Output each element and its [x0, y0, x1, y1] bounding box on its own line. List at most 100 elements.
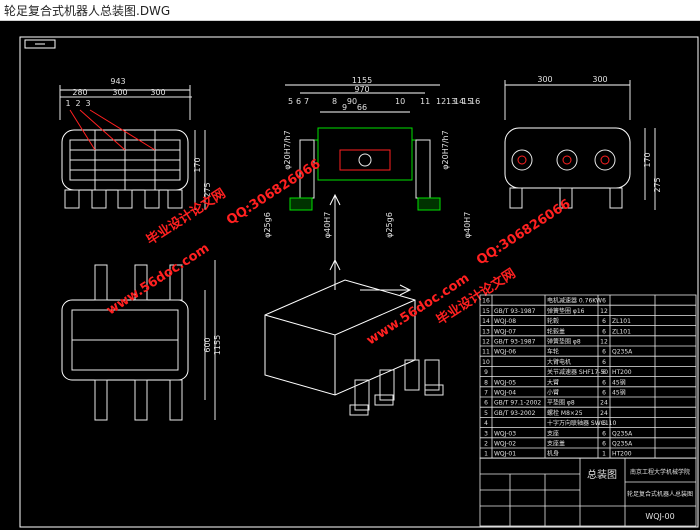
dim-300-a: 300: [112, 88, 127, 97]
dim-275-b: 275: [653, 177, 662, 192]
bom-cell-qty: 24: [600, 410, 608, 417]
bom-cell-qty: 12: [600, 339, 608, 346]
bom-cell-code: WQJ-02: [494, 441, 516, 448]
dim-phi25-a: φ25g6: [263, 212, 272, 238]
bom-cell-mat: Q235A: [612, 441, 633, 448]
bom-cell-name: 支座盖: [547, 440, 565, 448]
bom-cell-name: 车轮: [547, 348, 559, 356]
bom-cell-mat: HT200: [612, 369, 632, 376]
dim-280: 280: [72, 88, 87, 97]
title-block-school: 南京工程大学机械学院: [630, 468, 690, 476]
bom-cell-name: 螺栓 M8×25: [547, 409, 583, 417]
bom-cell-name: 大臂电机: [547, 358, 571, 366]
bom-cell-qty: 6: [602, 390, 606, 397]
bom-cell-name: 弹簧垫圈 φ8: [547, 338, 581, 346]
dim-300-top: 300: [537, 75, 552, 84]
window-title: 轮足复合式机器人总装图.DWG: [4, 4, 171, 18]
bom-cell-name: 轮毂: [547, 317, 559, 325]
cad-drawing[interactable]: 943 280 300 300 1 2 3 170 275 1155 970 9…: [0, 21, 700, 530]
bom-cell-code: GB/T 93-1987: [494, 339, 536, 346]
bom-cell-no: 10: [482, 359, 490, 366]
dim-600: 600: [203, 337, 212, 352]
bom-cell-qty: 12: [600, 308, 608, 315]
bom-cell-qty: 6: [602, 349, 606, 356]
bom-cell-code: WQJ-06: [494, 349, 516, 356]
bom-cell-code: WQJ-07: [494, 328, 516, 335]
bom-cell-code: WQJ-08: [494, 318, 516, 325]
bom-cell-name: 小臂: [547, 389, 559, 397]
bom-cell-no: 4: [484, 420, 488, 427]
window-titlebar: 轮足复合式机器人总装图.DWG: [0, 0, 700, 21]
bom-cell-name: 平垫圈 φ8: [547, 399, 575, 407]
dim-300-b: 300: [150, 88, 165, 97]
dim-phi25-b: φ25g6: [385, 212, 394, 238]
dim-970: 970: [354, 85, 369, 94]
bom-cell-mat: 45钢: [612, 378, 626, 386]
dim-66: 66: [357, 103, 367, 112]
bom-cell-mat: ZL101: [612, 328, 631, 335]
bom-cell-no: 12: [482, 339, 490, 346]
bom-cell-name: 弹簧垫圈 φ16: [547, 307, 585, 315]
bom-cell-name: 轮毂盖: [547, 327, 565, 335]
bom-cell-name: 关节减速器 SHF17-50: [547, 368, 608, 376]
callout-11: 11: [420, 97, 430, 106]
bom-cell-no: 16: [482, 298, 490, 305]
callout-9: 9: [342, 103, 347, 112]
plan-view-dims: 600 1155: [203, 335, 222, 355]
bom-cell-mat: ZL101: [612, 318, 631, 325]
callout-2: 2: [75, 99, 80, 108]
callout-10: 10: [395, 97, 405, 106]
bom-cell-code: WQJ-05: [494, 379, 516, 386]
dim-1155-v: 1155: [213, 335, 222, 355]
drawing-viewport[interactable]: 943 280 300 300 1 2 3 170 275 1155 970 9…: [0, 21, 700, 530]
dim-300-top-2: 300: [592, 75, 607, 84]
bom-cell-qty: 6: [602, 420, 606, 427]
bom-cell-code: GB/T 93-2002: [494, 410, 536, 417]
bom-cell-name: 机身: [547, 450, 559, 458]
bom-cell-name: 电机减速器 0.76KW: [547, 297, 602, 305]
dim-170-a: 170: [193, 157, 202, 172]
bom-cell-code: WQJ-01: [494, 451, 516, 458]
bom-cell-code: GB/T 93-1987: [494, 308, 536, 315]
bom-cell-no: 11: [482, 349, 490, 356]
bom-cell-qty: 6: [602, 441, 606, 448]
bom-cell-no: 9: [484, 369, 488, 376]
bom-cell-no: 3: [484, 430, 488, 437]
bom-cell-qty: 6: [602, 379, 606, 386]
callout-1: 1: [65, 99, 70, 108]
bom-cell-no: 7: [484, 390, 488, 397]
bom-cell-no: 8: [484, 379, 488, 386]
callout-3: 3: [85, 99, 90, 108]
callout-7: 7: [304, 97, 309, 106]
title-block-drawing-name: 轮足复合式机器人总装图: [627, 490, 693, 498]
callout-5: 5: [288, 97, 293, 106]
bom-cell-qty: 6: [602, 369, 606, 376]
title-block-drawing-code: WQJ-00: [645, 512, 674, 521]
bom-cell-qty: 6: [602, 318, 606, 325]
bom-cell-qty: 6: [602, 298, 606, 305]
bom-cell-qty: 6: [602, 430, 606, 437]
dim-1155: 1155: [352, 76, 372, 85]
bom-cell-qty: 1: [602, 451, 606, 458]
bom-cell-mat: Q235A: [612, 430, 633, 437]
bom-cell-name: 十字万向联轴器 SWC110: [547, 419, 616, 427]
bom-cell-mat: 45钢: [612, 389, 626, 397]
bom-cell-mat: Q235A: [612, 349, 633, 356]
bom-cell-qty: 6: [602, 359, 606, 366]
bom-cell-mat: HT200: [612, 451, 632, 458]
bom-cell-code: WQJ-03: [494, 430, 516, 437]
bom-cell-code: WQJ-04: [494, 390, 516, 397]
bom-cell-qty: 24: [600, 400, 608, 407]
dim-phi40-b: φ40H7: [463, 212, 472, 239]
callout-8: 8: [332, 97, 337, 106]
title-block-title: 总装图: [587, 468, 617, 481]
dim-phi20-a: φ20H7/h7: [283, 130, 292, 169]
dim-phi20-b: φ20H7/h7: [441, 130, 450, 169]
bom-cell-no: 5: [484, 410, 488, 417]
callout-12: 12: [436, 97, 446, 106]
bom-cell-no: 13: [482, 328, 490, 335]
bom-cell-no: 14: [482, 318, 490, 325]
bom-cell-no: 6: [484, 400, 488, 407]
dim-phi40-a: φ40H7: [323, 212, 332, 239]
callout-6: 6: [296, 97, 301, 106]
